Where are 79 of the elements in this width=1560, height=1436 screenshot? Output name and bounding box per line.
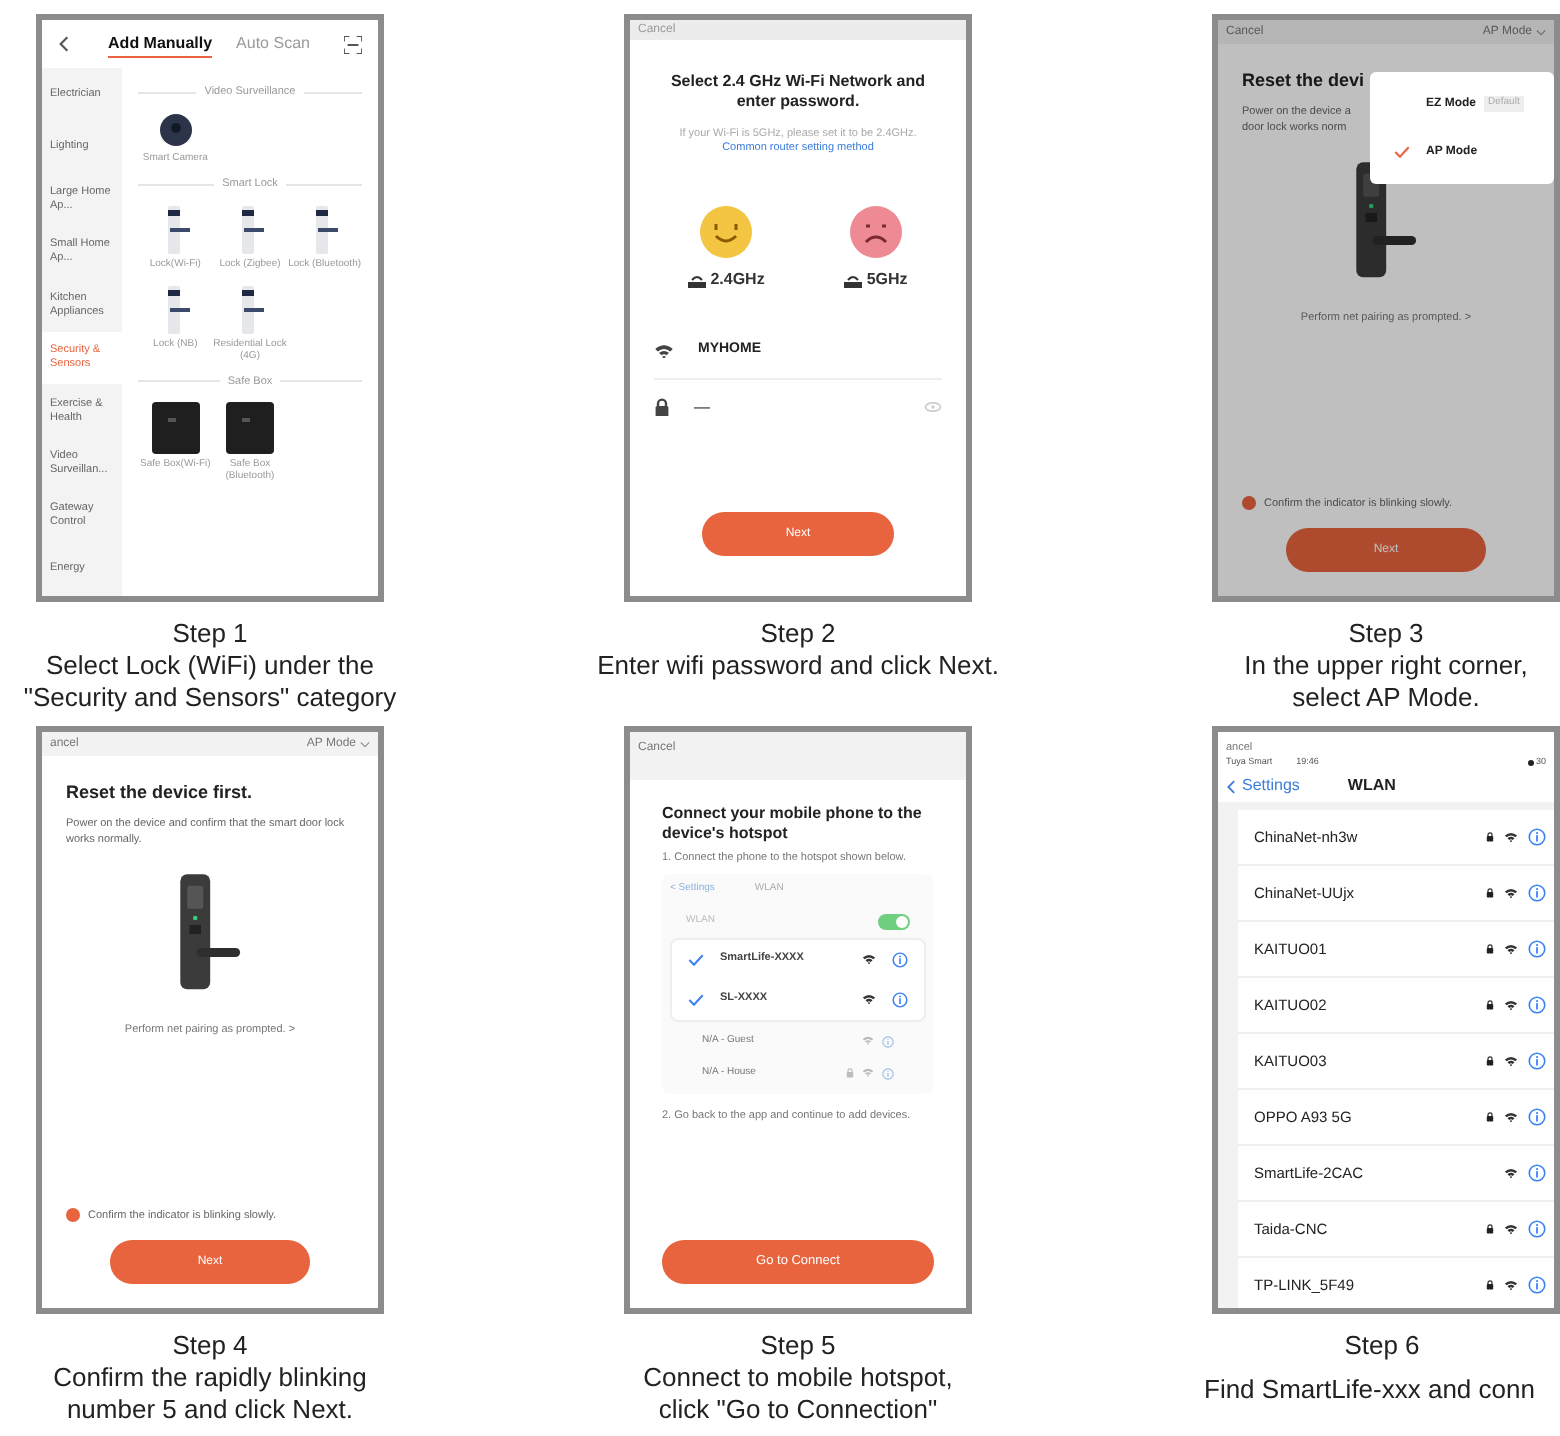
step-instruction: Confirm the rapidly blinking: [53, 1362, 367, 1394]
info-icon[interactable]: [1528, 1164, 1546, 1182]
camera-icon: [157, 112, 194, 149]
wifi-icon: [1504, 1055, 1518, 1067]
screen-title: Reset the device first.: [66, 780, 255, 806]
wifi-icon: [654, 343, 674, 358]
sad-face-icon: [848, 204, 905, 260]
step-heading: Step 2: [760, 618, 836, 650]
padlock-icon: [1486, 888, 1494, 898]
step-instruction: Enter wifi password and click Next.: [597, 650, 999, 682]
back-icon[interactable]: [1226, 779, 1240, 793]
safe-box-icon: [151, 401, 200, 454]
step-heading: Step 5: [760, 1330, 836, 1362]
padlock-icon: [1486, 832, 1494, 842]
step-heading: Step 6: [1344, 1330, 1420, 1362]
screen-title: Connect your mobile phone to the device's hotspot: [662, 804, 924, 844]
padlock-icon: [1486, 1056, 1494, 1066]
step-instruction: Find SmartLife-xxx and conn: [1204, 1374, 1535, 1406]
info-icon[interactable]: [892, 991, 908, 1007]
padlock-icon: [1486, 944, 1494, 954]
smiley-icon: [698, 204, 755, 260]
info-icon[interactable]: [1528, 828, 1546, 846]
info-icon[interactable]: [1528, 996, 1546, 1014]
info-icon[interactable]: [1528, 1220, 1546, 1238]
padlock-icon: [1486, 1224, 1494, 1234]
safe-box-icon: [225, 401, 274, 454]
back-icon[interactable]: [58, 36, 74, 52]
scan-icon[interactable]: [344, 35, 362, 53]
padlock-icon: [1486, 1112, 1494, 1122]
caret-icon[interactable]: [360, 739, 370, 749]
router-icon: [844, 273, 863, 287]
wifi-icon: [1504, 831, 1518, 843]
screen-title: Select 2.4 GHz Wi-Fi Network and enter password.: [668, 72, 928, 112]
confirm-checkbox[interactable]: [1242, 496, 1256, 511]
step-heading: Step 4: [172, 1330, 248, 1362]
step-heading: Step 3: [1348, 618, 1424, 650]
info-icon[interactable]: [1528, 1108, 1546, 1126]
caret-icon[interactable]: [1536, 27, 1546, 37]
step-instruction: Connect to mobile hotspot,: [643, 1362, 953, 1394]
info-icon[interactable]: [1528, 1052, 1546, 1070]
wifi-icon: [1504, 1279, 1518, 1291]
step-instruction: click "Go to Connection": [658, 1394, 938, 1426]
wifi-icon: [1504, 1111, 1518, 1123]
padlock-icon: [654, 397, 670, 417]
step-heading: Step 1: [172, 618, 248, 650]
screen-title: WLAN: [1347, 774, 1396, 798]
wifi-icon: [862, 993, 876, 1005]
info-icon[interactable]: [1528, 940, 1546, 958]
confirm-checkbox[interactable]: [66, 1208, 80, 1223]
info-icon[interactable]: [1528, 884, 1546, 902]
door-lock-drawing: [177, 871, 243, 991]
wifi-icon: [1504, 999, 1518, 1011]
step-instruction: select AP Mode.: [1292, 682, 1480, 714]
tab[interactable]: Auto Scan: [236, 31, 310, 57]
step-instruction: "Security and Sensors" category: [23, 682, 397, 714]
info-icon[interactable]: [892, 951, 908, 967]
padlock-icon: [1486, 1000, 1494, 1010]
screen-title: Reset the devi: [1242, 68, 1367, 94]
password-field[interactable]: —: [694, 395, 900, 419]
lock-handle-icon: [310, 205, 339, 253]
band-label: 2.4GHz: [710, 268, 765, 292]
step-instruction: In the upper right corner,: [1244, 650, 1528, 682]
wifi-icon: [1504, 1167, 1518, 1179]
settings-back-link[interactable]: Settings: [1242, 774, 1300, 798]
wifi-icon: [862, 953, 876, 965]
wifi-icon: [862, 1068, 874, 1078]
info-icon[interactable]: [1528, 1276, 1546, 1294]
wifi-icon: [1504, 1223, 1518, 1235]
band-label: 5GHz: [866, 268, 908, 292]
wifi-icon: [1504, 887, 1518, 899]
wifi-icon: [862, 1036, 874, 1046]
battery-dot-icon: [1527, 760, 1534, 767]
wifi-icon: [1504, 943, 1518, 955]
tab[interactable]: Add Manually: [108, 31, 213, 57]
step-instruction: Select Lock (WiFi) under the: [45, 650, 374, 682]
padlock-icon: [846, 1068, 854, 1078]
step-instruction: number 5 and click Next.: [66, 1394, 354, 1426]
router-icon: [688, 273, 707, 287]
padlock-icon: [1486, 1280, 1494, 1290]
